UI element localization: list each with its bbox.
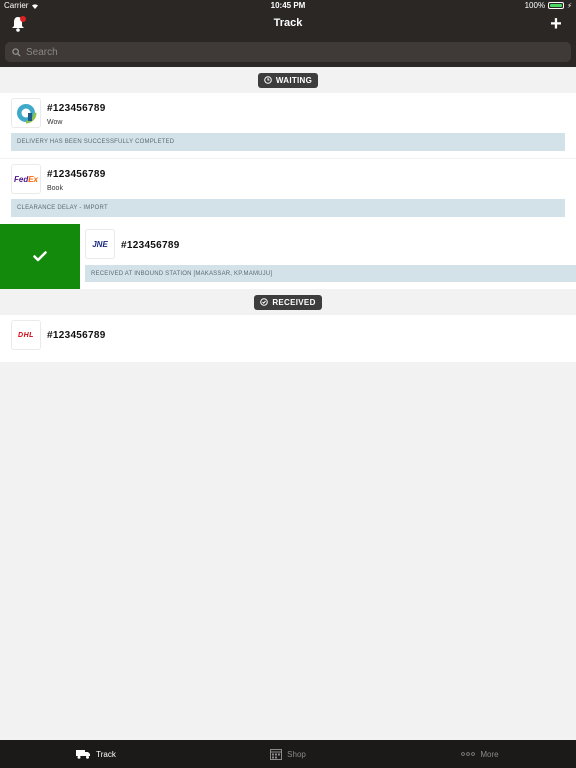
fedex-logo-icon: FedEx [11, 164, 41, 194]
tracking-number: #123456789 [121, 240, 180, 251]
waiting-badge: WAITING [257, 72, 319, 88]
tracking-item[interactable]: #123456789 Wow DELIVERY HAS BEEN SUCCESS… [0, 93, 576, 158]
navigation-bar: Track + [0, 12, 576, 40]
received-label: RECEIVED [272, 297, 316, 307]
battery-group: 100% ⚡ [525, 1, 572, 10]
fedex-logo-part-a: Fed [13, 174, 29, 184]
clock: 10:45 PM [270, 1, 306, 10]
tracking-status: CLEARANCE DELAY - IMPORT [11, 199, 565, 217]
tracking-item-swiped[interactable]: JNE #123456789 RECEIVED AT INBOUND STATI… [0, 224, 576, 289]
tracking-list: WAITING #123456789 Wow DELIVERY HAS BEEN… [0, 67, 576, 362]
tab-bar: Track Shop More [0, 740, 576, 768]
status-bar: Carrier 10:45 PM 100% ⚡ [0, 0, 576, 12]
tab-track[interactable]: Track [0, 740, 192, 768]
page-title: Track [273, 17, 303, 29]
tracking-item[interactable]: FedEx #123456789 Book CLEARANCE DELAY - … [0, 159, 576, 224]
tracking-number: #123456789 [47, 169, 106, 180]
wow-logo-icon [11, 98, 41, 128]
waiting-label: WAITING [275, 75, 313, 85]
jne-logo-text: JNE [92, 239, 108, 249]
battery-icon [548, 2, 565, 9]
tracking-number: #123456789 [47, 330, 106, 341]
more-dots-icon [461, 752, 476, 756]
tab-shop-label: Shop [287, 749, 306, 759]
tab-track-label: Track [96, 749, 116, 759]
received-badge: RECEIVED [254, 294, 322, 310]
tracking-status: RECEIVED AT INBOUND STATION [MAKASSAR, K… [85, 265, 576, 282]
plus-icon: + [550, 13, 562, 35]
battery-percent: 100% [524, 1, 546, 10]
section-header-waiting: WAITING [0, 67, 576, 93]
jne-logo-icon: JNE [85, 229, 115, 259]
tracking-number: #123456789 [47, 103, 106, 114]
check-circle-icon [260, 298, 269, 306]
calendar-icon [270, 749, 283, 760]
tracking-subtitle: Wow [47, 119, 63, 126]
tracking-item[interactable]: DHL #123456789 [0, 315, 576, 362]
dhl-logo-text: DHL [18, 331, 34, 339]
checkmark-icon [33, 251, 47, 262]
tracking-status: DELIVERY HAS BEEN SUCCESSFULLY COMPLETED [11, 133, 565, 151]
tab-more[interactable]: More [384, 740, 576, 768]
charging-icon: ⚡ [567, 2, 572, 10]
mark-received-button[interactable] [0, 224, 80, 289]
fedex-logo-part-b: Ex [28, 174, 39, 184]
tab-shop[interactable]: Shop [192, 740, 384, 768]
search-field-container[interactable] [5, 42, 571, 62]
search-icon [12, 47, 21, 57]
section-header-received: RECEIVED [0, 289, 576, 315]
dhl-logo-icon: DHL [11, 320, 41, 350]
search-bar [0, 40, 576, 67]
truck-icon [76, 750, 91, 759]
clock-icon [264, 76, 272, 84]
add-tracking-button[interactable]: + [548, 13, 564, 35]
tab-more-label: More [480, 749, 499, 759]
search-input[interactable] [26, 46, 526, 58]
tracking-subtitle: Book [47, 185, 63, 192]
